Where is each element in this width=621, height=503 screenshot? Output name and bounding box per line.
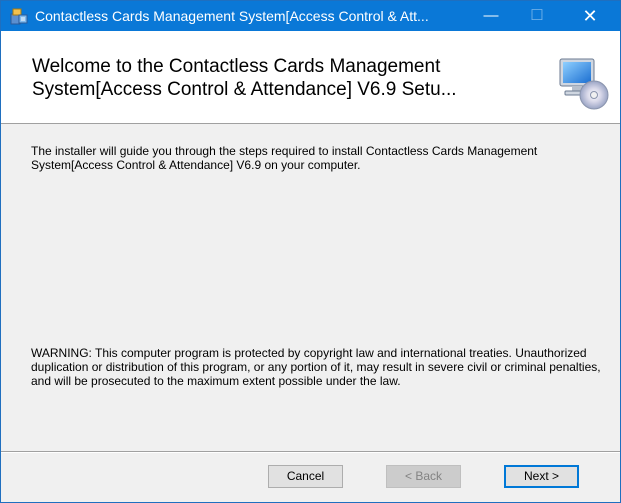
cancel-button[interactable]: Cancel (268, 465, 343, 488)
page-title: Welcome to the Contactless Cards Managem… (32, 56, 457, 100)
window-title: Contactless Cards Management System[Acce… (35, 8, 429, 24)
close-button[interactable]: ✕ (567, 1, 613, 31)
computer-with-cd-icon (554, 55, 610, 111)
minimize-button[interactable]: — (468, 1, 514, 31)
next-button[interactable]: Next > (504, 465, 579, 488)
maximize-button[interactable]: ☐ (514, 1, 560, 31)
installer-app-icon (10, 7, 28, 25)
footer-divider-highlight (1, 452, 620, 453)
intro-text: The installer will guide you through the… (31, 144, 538, 172)
title-bar[interactable]: Contactless Cards Management System[Acce… (1, 1, 620, 31)
installer-window: Contactless Cards Management System[Acce… (0, 0, 621, 503)
header-banner: Welcome to the Contactless Cards Managem… (1, 31, 620, 124)
copyright-warning: WARNING: This computer program is protec… (31, 346, 601, 388)
back-button[interactable]: < Back (386, 465, 461, 488)
